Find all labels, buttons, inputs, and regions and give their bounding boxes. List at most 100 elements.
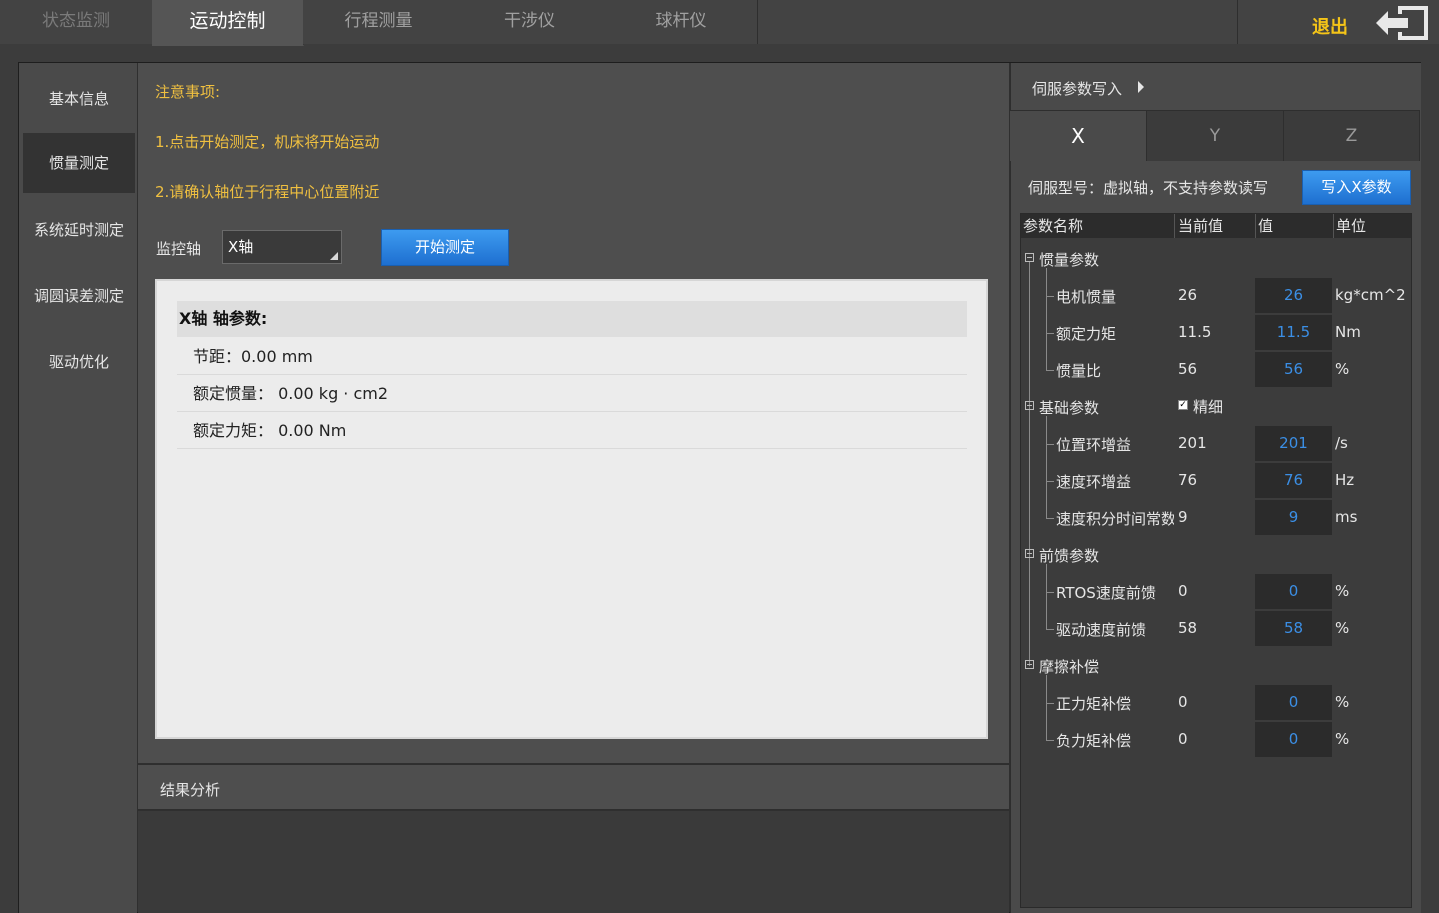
col-current-value: 当前值: [1176, 214, 1256, 238]
tree-branch: [1046, 444, 1054, 445]
left-nav: 基本信息 惯量测定 系统延时测定 调圆误差测定 驱动优化: [19, 63, 137, 913]
tree-line: [1046, 416, 1047, 518]
servo-axis-tabs: X Y Z: [1010, 110, 1420, 161]
tree-branch: [1046, 592, 1054, 593]
tree-branch: [1046, 629, 1054, 630]
param-current: 26: [1178, 286, 1198, 304]
tree-line: [1029, 262, 1030, 666]
collapse-icon[interactable]: [1025, 660, 1034, 669]
nav-item-inertia-measure[interactable]: 惯量测定: [23, 133, 135, 193]
fine-checkbox-label: 精细: [1193, 398, 1224, 416]
write-x-params-button[interactable]: 写入X参数: [1302, 170, 1411, 205]
param-value-input[interactable]: 26: [1255, 278, 1332, 313]
caret-right-icon[interactable]: [1138, 81, 1144, 93]
nav-item-basic-info[interactable]: 基本信息: [23, 69, 135, 129]
param-unit: kg*cm^2: [1335, 286, 1406, 304]
param-current: 0: [1178, 730, 1188, 748]
param-value-input[interactable]: 9: [1255, 500, 1332, 535]
axis-param-pitch: 节距：0.00 mm: [177, 338, 967, 375]
tree-line: [1046, 675, 1047, 740]
nav-item-roundness-error[interactable]: 调圆误差测定: [23, 266, 135, 326]
param-unit: %: [1335, 619, 1350, 637]
param-name: RTOS速度前馈: [1056, 584, 1156, 602]
param-value-input[interactable]: 0: [1255, 722, 1332, 757]
col-param-name: 参数名称: [1021, 214, 1175, 238]
tree-branch: [1046, 370, 1054, 371]
group-feedforward-params[interactable]: 前馈参数: [1039, 545, 1099, 566]
fine-checkbox[interactable]: ✓: [1178, 400, 1188, 410]
tab-interferometer[interactable]: 干涉仪: [454, 0, 606, 44]
col-value: 值: [1256, 214, 1334, 238]
param-value-input[interactable]: 0: [1255, 574, 1332, 609]
param-current: 201: [1178, 434, 1207, 452]
param-name: 额定力矩: [1056, 325, 1117, 343]
exit-button-label[interactable]: 退出: [1312, 13, 1348, 39]
param-value-input[interactable]: 201: [1255, 426, 1332, 461]
tree-line: [1046, 564, 1047, 629]
tab-status-monitor[interactable]: 状态监测: [0, 0, 153, 44]
params-table-header: 参数名称 当前值 值 单位: [1021, 214, 1411, 238]
tree-branch: [1046, 703, 1054, 704]
nav-item-drive-optimize[interactable]: 驱动优化: [23, 332, 135, 392]
param-unit: Nm: [1335, 323, 1361, 341]
result-analysis-area: [138, 811, 1009, 913]
param-current: 9: [1178, 508, 1188, 526]
param-current: 0: [1178, 693, 1188, 711]
param-unit: /s: [1335, 434, 1348, 452]
collapse-icon[interactable]: [1025, 549, 1034, 558]
monitor-axis-select[interactable]: X轴: [222, 230, 342, 264]
axis-param-rated-torque: 额定力矩： 0.00 Nm: [177, 412, 967, 449]
param-current: 56: [1178, 360, 1198, 378]
collapse-icon[interactable]: [1025, 401, 1034, 410]
param-value-input[interactable]: 11.5: [1255, 315, 1332, 350]
collapse-icon[interactable]: [1025, 253, 1034, 262]
param-name: 位置环增益: [1056, 436, 1132, 454]
note-line-1: 1.点击开始测定，机床将开始运动: [155, 133, 380, 151]
param-unit: %: [1335, 693, 1350, 711]
param-unit: %: [1335, 360, 1350, 378]
tab-axis-y[interactable]: Y: [1147, 111, 1284, 161]
tab-axis-z[interactable]: Z: [1284, 111, 1420, 161]
exit-icon[interactable]: [1374, 0, 1432, 44]
group-inertia-params[interactable]: 惯量参数: [1039, 249, 1099, 270]
tab-axis-x[interactable]: X: [1010, 111, 1147, 161]
result-analysis-bar: 结果分析: [138, 764, 1009, 810]
param-name: 电机惯量: [1056, 288, 1117, 306]
param-current: 0: [1178, 582, 1188, 600]
tree-branch: [1046, 481, 1054, 482]
param-value-input[interactable]: 58: [1255, 611, 1332, 646]
tree-branch: [1046, 296, 1054, 297]
notes-title: 注意事项:: [155, 83, 221, 101]
param-name: 驱动速度前馈: [1056, 621, 1147, 639]
monitor-axis-value: X轴: [228, 238, 254, 256]
group-basic-params[interactable]: 基础参数: [1039, 397, 1099, 418]
tab-ballbar[interactable]: 球杆仪: [605, 0, 758, 44]
nav-item-system-delay[interactable]: 系统延时测定: [23, 200, 135, 260]
tree-branch: [1046, 333, 1054, 334]
col-unit: 单位: [1336, 217, 1367, 235]
param-value-input[interactable]: 0: [1255, 685, 1332, 720]
param-unit: Hz: [1335, 471, 1355, 489]
servo-model-text: 伺服型号：虚拟轴，不支持参数读写: [1028, 179, 1269, 197]
param-value-input[interactable]: 76: [1255, 463, 1332, 498]
top-bar: 状态监测 运动控制 行程测量 干涉仪 球杆仪 退出: [0, 0, 1439, 46]
param-current: 76: [1178, 471, 1198, 489]
param-current: 58: [1178, 619, 1198, 637]
axis-params-panel: X轴 轴参数: 节距：0.00 mm 额定惯量： 0.00 kg · cm2 额…: [155, 279, 988, 739]
param-current: 11.5: [1178, 323, 1212, 341]
tab-travel-measure[interactable]: 行程测量: [303, 0, 455, 44]
result-analysis-label: 结果分析: [160, 781, 221, 799]
param-name: 负力矩补偿: [1056, 732, 1132, 750]
param-name: 正力矩补偿: [1056, 695, 1132, 713]
param-unit: %: [1335, 582, 1350, 600]
param-unit: ms: [1335, 508, 1358, 526]
param-value-input[interactable]: 56: [1255, 352, 1332, 387]
start-measure-button[interactable]: 开始测定: [381, 229, 509, 266]
tab-motion-control[interactable]: 运动控制: [152, 0, 304, 46]
param-unit: %: [1335, 730, 1350, 748]
note-line-2: 2.请确认轴位于行程中心位置附近: [155, 183, 380, 201]
servo-write-title[interactable]: 伺服参数写入: [1032, 78, 1122, 99]
param-name: 速度环增益: [1056, 473, 1132, 491]
monitor-axis-label: 监控轴: [156, 240, 202, 258]
group-friction-compensation[interactable]: 摩擦补偿: [1039, 656, 1099, 677]
